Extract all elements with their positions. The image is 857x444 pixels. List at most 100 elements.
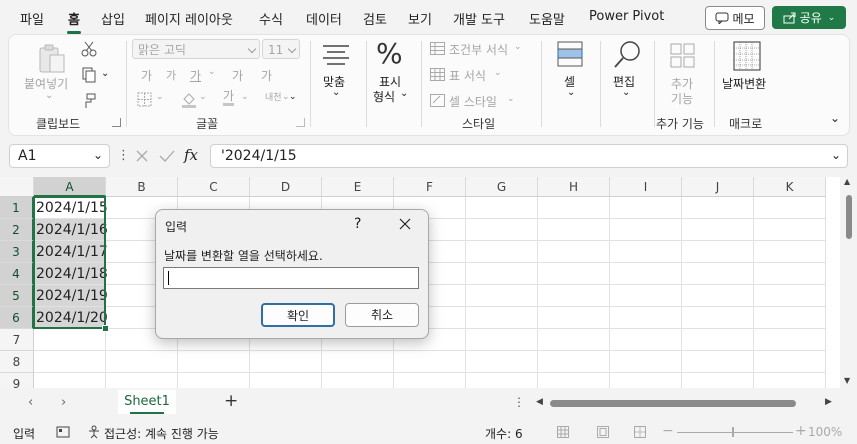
font-color-button[interactable]: 가 [223,90,235,106]
menu-data[interactable]: 데이터 [306,9,342,28]
select-all-corner[interactable] [0,177,34,197]
page-layout-icon[interactable] [597,426,609,438]
cell-k3[interactable] [754,241,826,263]
accessibility-icon[interactable] [87,425,101,439]
cell-k2[interactable] [754,219,826,241]
menu-review[interactable]: 검토 [363,9,387,28]
row-header-4[interactable]: 4 [0,263,34,285]
cell-g3[interactable] [466,241,538,263]
ribbon-collapse-icon[interactable]: ⌄ [830,111,840,125]
cell-j2[interactable] [682,219,754,241]
number-format-label-2[interactable]: 형식 [373,88,395,105]
enter-icon[interactable] [159,149,175,163]
scroll-up-icon[interactable]: ▲ [844,177,850,186]
cancel-button[interactable]: 취소 [345,303,419,327]
column-header-e[interactable]: E [322,177,394,197]
menu-formulas[interactable]: 수식 [259,9,283,28]
cell-d9[interactable] [250,373,322,388]
cell-i9[interactable] [610,373,682,388]
cell-g4[interactable] [466,263,538,285]
underline-button[interactable]: 가 [190,67,201,84]
cell-g2[interactable] [466,219,538,241]
page-break-icon[interactable] [634,426,646,438]
cell-i3[interactable] [610,241,682,263]
grow-font-button[interactable]: 가 [141,67,152,84]
accessibility-status[interactable]: 접근성: 계속 진행 가능 [104,425,219,442]
column-header-f[interactable]: F [394,177,466,197]
zoom-in-icon[interactable]: + [795,423,807,439]
cell-a8[interactable] [34,351,106,373]
column-header-a[interactable]: A [34,177,106,197]
cell-j9[interactable] [682,373,754,388]
sheet-tab-sheet1[interactable]: Sheet1 [118,390,176,414]
cell-h3[interactable] [538,241,610,263]
cell-g7[interactable] [466,329,538,351]
column-header-h[interactable]: H [538,177,610,197]
menu-view[interactable]: 보기 [408,9,432,28]
column-header-k[interactable]: K [754,177,826,197]
row-header-3[interactable]: 3 [0,241,34,263]
cell-g9[interactable] [466,373,538,388]
cell-d8[interactable] [250,351,322,373]
cell-k6[interactable] [754,307,826,329]
border-icon[interactable] [137,92,153,108]
next-sheet-icon[interactable]: › [61,395,66,410]
clipboard-launcher-icon[interactable] [112,118,121,127]
cell-j6[interactable] [682,307,754,329]
menu-file[interactable]: 파일 [20,9,44,28]
cell-j5[interactable] [682,285,754,307]
row-header-8[interactable]: 8 [0,351,34,373]
normal-view-icon[interactable] [557,426,569,438]
column-header-b[interactable]: B [106,177,178,197]
cell-h2[interactable] [538,219,610,241]
zoom-level[interactable]: 100% [808,425,842,439]
column-header-d[interactable]: D [250,177,322,197]
cell-h1[interactable] [538,197,610,219]
font-name-select[interactable]: 맑은 고딕 [132,39,260,59]
share-button[interactable]: 공유 ⌄ [772,6,846,29]
copy-icon[interactable] [81,67,97,83]
fill-handle[interactable] [102,325,109,332]
cell-k1[interactable] [754,197,826,219]
cell-h5[interactable] [538,285,610,307]
cell-g5[interactable] [466,285,538,307]
cell-h8[interactable] [538,351,610,373]
menu-developer[interactable]: 개발 도구 [453,9,505,28]
cell-e9[interactable] [322,373,394,388]
column-header-j[interactable]: J [682,177,754,197]
font-launcher-icon[interactable] [296,118,305,127]
cell-i1[interactable] [610,197,682,219]
phonetic-button[interactable]: 내천 [265,90,282,103]
ok-button[interactable]: 확인 [261,303,335,327]
cell-e8[interactable] [322,351,394,373]
menu-page-layout[interactable]: 페이지 레이아웃 [145,9,233,28]
insert-function-button[interactable]: fx [184,146,198,164]
conditional-format-button[interactable]: 조건부 서식 [449,41,508,58]
cell-k7[interactable] [754,329,826,351]
column-header-g[interactable]: G [466,177,538,197]
row-header-2[interactable]: 2 [0,219,34,241]
date-convert-macro-button[interactable]: 날짜변환 [722,75,766,92]
cell-h9[interactable] [538,373,610,388]
close-icon[interactable] [391,212,419,236]
cell-a7[interactable] [34,329,106,351]
cell-h6[interactable] [538,307,610,329]
cancel-icon[interactable] [135,149,149,163]
help-button[interactable]: ? [354,216,361,232]
row-header-7[interactable]: 7 [0,329,34,351]
addins-label-2[interactable]: 기능 [671,90,693,107]
cell-j3[interactable] [682,241,754,263]
add-sheet-button[interactable]: + [224,391,238,411]
row-header-9[interactable]: 9 [0,373,34,388]
cell-i7[interactable] [610,329,682,351]
format-painter-icon[interactable] [81,93,97,109]
formula-input[interactable]: '2024/1/15 ⌄ [210,144,848,168]
cell-style-button[interactable]: 셀 스타일 [449,93,497,110]
vertical-scrollbar[interactable]: ▲ ▼ [841,177,857,388]
cell-j1[interactable] [682,197,754,219]
cell-f9[interactable] [394,373,466,388]
row-header-1[interactable]: 1 [0,197,34,219]
cell-b8[interactable] [106,351,178,373]
row-header-5[interactable]: 5 [0,285,34,307]
macro-record-icon[interactable] [56,426,70,438]
